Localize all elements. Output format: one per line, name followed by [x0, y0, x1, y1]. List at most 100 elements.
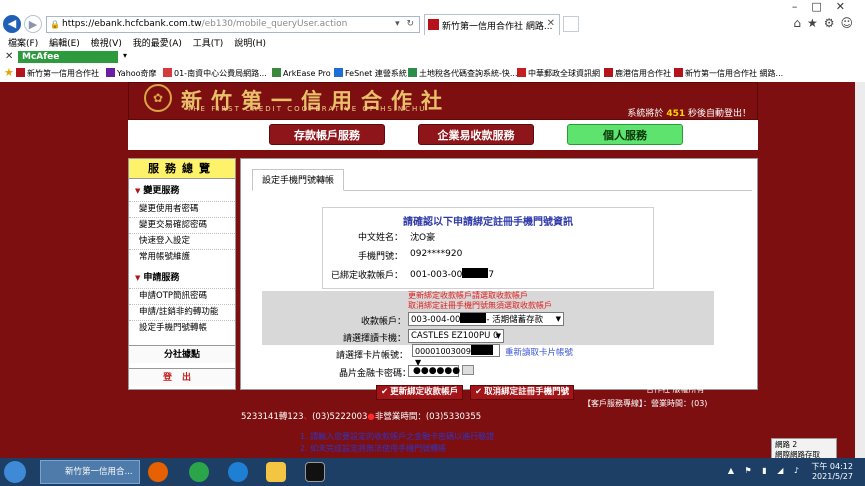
account-row: 收款帳戶： 003-004-00- 活期儲蓄存款 ▼	[262, 311, 714, 327]
branch-locations-button[interactable]: 分社據點	[129, 345, 235, 363]
browser-tab[interactable]: 新竹第一信用合作社 網路... ✕	[424, 14, 560, 35]
fav-item[interactable]: 中華郵政全球資訊網	[517, 68, 600, 79]
sidebar-item-change-confirm-password[interactable]: 變更交易確認密碼	[129, 217, 235, 232]
fav-item[interactable]: ArkEase Pro	[272, 68, 331, 78]
terminal-icon[interactable]	[305, 462, 325, 482]
bank-logo-icon: ✿	[144, 84, 172, 112]
account-select[interactable]: 003-004-00- 活期儲蓄存款 ▼	[408, 312, 564, 326]
tab-mobile-transfer[interactable]: 設定手機門號轉帳	[252, 169, 344, 191]
sidebar-item-common-accounts[interactable]: 常用帳號維護	[129, 249, 235, 264]
clock[interactable]: 下午 04:12 2021/5/27	[811, 462, 853, 482]
update-account-button[interactable]: ✔ 更新綁定收款帳戶	[376, 385, 464, 400]
deposit-service-button[interactable]: 存款帳戶服務	[269, 124, 385, 145]
sidebar: 服務總覽 ▼ 變更服務 變更使用者密碼 變更交易確認密碼 快速登入設定 常用帳號維…	[128, 158, 236, 390]
fav-item[interactable]: 鹿港信用合作社	[604, 68, 671, 79]
card-reader-select[interactable]: CASTLES EZ100PU 0 ▼	[408, 329, 504, 343]
hotline: 【客戶服務專線】：營業時間：(03)	[583, 399, 708, 408]
firefox-icon[interactable]	[148, 462, 168, 482]
sidebar-item-otp[interactable]: 申請OTP簡訊密碼	[129, 288, 235, 303]
new-tab-button[interactable]	[563, 16, 579, 32]
phone-numbers: 5233141轉123、(03)5222003●非營業時間：(03)533035…	[241, 412, 482, 422]
info-row-name: 中文姓名： 沈O豪	[357, 233, 436, 243]
triangle-down-icon: ▼	[135, 274, 141, 282]
sidebar-group-change[interactable]: ▼ 變更服務	[129, 184, 235, 198]
content-tabs: 設定手機門號轉帳	[252, 169, 752, 191]
mcafee-bar: ✕ McAfee ▾	[0, 50, 865, 64]
copyright: ©2012 新竹第一信用 合作社 版權所有	[646, 374, 725, 394]
redaction-mask	[462, 268, 489, 278]
info-row-bound-account: 已綁定收款帳戶： 001-003-00 7	[330, 268, 495, 281]
hint-1: 1. 請輸入您要設定的收款帳戶之金融卡密碼以進行驗證	[300, 432, 495, 441]
mcafee-badge[interactable]: McAfee	[18, 51, 118, 63]
favorites-star-icon[interactable]: ★	[4, 66, 14, 79]
sidebar-item-quick-login[interactable]: 快速登入設定	[129, 233, 235, 248]
browser-chrome: –□✕ ◀ ▶ 🔒 https://ebank.hcfcbank.com.tw/…	[0, 0, 865, 82]
network-popup[interactable]: 網路 2 網際網路存取	[771, 438, 837, 460]
fav-item[interactable]: FeSnet 連營系統	[334, 68, 407, 79]
taskbar-ie-window[interactable]: 新竹第一信用合...	[40, 460, 140, 484]
fav-item[interactable]: 新竹第一信用合作社	[16, 68, 99, 79]
windows-start-icon[interactable]	[4, 461, 26, 483]
info-row-phone: 手機門號： 092****920	[357, 249, 463, 262]
menu-help[interactable]: 說明(H)	[234, 36, 266, 49]
note-update: 更新綁定收款帳戶請選取收款帳戶	[408, 291, 528, 300]
scrollbar[interactable]	[855, 82, 865, 458]
service-bar: 存款帳戶服務 企業易收款服務 個人服務	[128, 120, 758, 150]
reread-card-link[interactable]: 重新讀取卡片帳號	[505, 346, 573, 358]
page-body: ✿ 新竹第一信用合作社 THE FIRST CREDIT COOPERATIVE…	[0, 82, 865, 460]
close-tab-icon[interactable]: ✕	[547, 18, 555, 29]
fav-item[interactable]: Yahoo奇摩	[106, 68, 157, 79]
fav-item[interactable]: 土地稅各代碼查詢系統-快...	[408, 68, 518, 79]
bank-banner: ✿ 新竹第一信用合作社 THE FIRST CREDIT COOPERATIVE…	[128, 82, 758, 120]
menu-view[interactable]: 檢視(V)	[91, 36, 122, 49]
note-cancel: 取消綁定註冊手機門號無須選取收款帳戶	[408, 301, 552, 310]
favorites-bar: ★ 新竹第一信用合作社 Yahoo奇摩 01-南資中心公費局網路... ArkE…	[0, 66, 865, 80]
hint-2: 2. 如未完成設定將無法使用手機門號轉帳	[300, 444, 447, 453]
window-controls[interactable]: –□✕	[792, 0, 859, 13]
sidebar-item-non-agreed-transfer[interactable]: 申請/註銷非約轉功能	[129, 304, 235, 319]
bank-english-name: THE FIRST CREDIT COOPERATIVE OF HSINCHU	[187, 105, 427, 113]
form-box: 更新綁定收款帳戶請選取收款帳戶 取消綁定註冊手機門號無須選取收款帳戶 收款帳戶：…	[262, 291, 714, 345]
taskbar: 新竹第一信用合... ▲ ⚑ ▮ ◢ ♪ 下午 04:12 2021/5/27	[0, 458, 865, 486]
close-icon[interactable]: ✕	[5, 51, 13, 62]
card-account-select[interactable]: 00001003009 ▼	[412, 344, 500, 367]
redaction-mask	[471, 345, 493, 355]
chevron-down-icon: ▼	[495, 332, 501, 340]
sidebar-group-apply[interactable]: ▼ 申請服務	[129, 271, 235, 285]
sidebar-item-mobile-transfer[interactable]: 設定手機門號轉帳	[129, 320, 235, 335]
check-icon: ✔	[381, 387, 389, 397]
chrome-icon[interactable]	[189, 462, 209, 482]
site-favicon	[428, 19, 439, 30]
chevron-down-icon[interactable]: ▾	[123, 51, 127, 60]
menu-file[interactable]: 檔案(F)	[8, 36, 38, 49]
menu-favorites[interactable]: 我的最愛(A)	[133, 36, 182, 49]
url-field[interactable]: 🔒 https://ebank.hcfcbank.com.tw/eb130/mo…	[46, 16, 420, 33]
refresh-icon[interactable]: ▾ ↻	[395, 19, 416, 29]
back-icon[interactable]: ◀	[3, 15, 21, 33]
fav-item[interactable]: 新竹第一信用合作社 網路...	[674, 68, 783, 79]
menu-edit[interactable]: 編輯(E)	[49, 36, 80, 49]
check-icon: ✔	[475, 387, 483, 397]
menu-tools[interactable]: 工具(T)	[193, 36, 224, 49]
personal-service-button[interactable]: 個人服務	[567, 124, 683, 145]
pin-input[interactable]: ●●●●●●	[408, 365, 460, 377]
forward-icon[interactable]: ▶	[24, 15, 42, 33]
sidebar-item-change-password[interactable]: 變更使用者密碼	[129, 201, 235, 216]
tab-title: 新竹第一信用合作社 網路...	[442, 22, 553, 32]
keyboard-icon[interactable]	[462, 365, 474, 375]
toolbar-icons[interactable]: ⌂★⚙☺	[793, 16, 859, 30]
confirm-info-box: 請確認以下申請綁定註冊手機門號資訊 中文姓名： 沈O豪 手機門號： 092***…	[322, 207, 654, 289]
edge-icon[interactable]	[228, 462, 248, 482]
cancel-binding-button[interactable]: ✔ 取消綁定註冊手機門號	[470, 385, 575, 400]
fav-item[interactable]: 01-南資中心公費局網路...	[163, 68, 267, 79]
logout-button[interactable]: 登出	[129, 368, 235, 386]
card-account-label: 請選擇卡片帳號：	[335, 351, 408, 361]
folder-icon[interactable]	[266, 462, 286, 482]
system-tray[interactable]: ▲ ⚑ ▮ ◢ ♪	[728, 466, 803, 475]
enterprise-collection-button[interactable]: 企業易收款服務	[418, 124, 534, 145]
auto-logout-timer: 系統將於 451 秒後自動登出！	[627, 109, 751, 119]
lock-icon: 🔒	[50, 20, 60, 29]
menu-bar: 檔案(F) 編輯(E) 檢視(V) 我的最愛(A) 工具(T) 說明(H)	[0, 36, 865, 49]
sidebar-header: 服務總覽	[129, 159, 235, 179]
pin-label: 晶片金融卡密碼：	[339, 369, 412, 379]
